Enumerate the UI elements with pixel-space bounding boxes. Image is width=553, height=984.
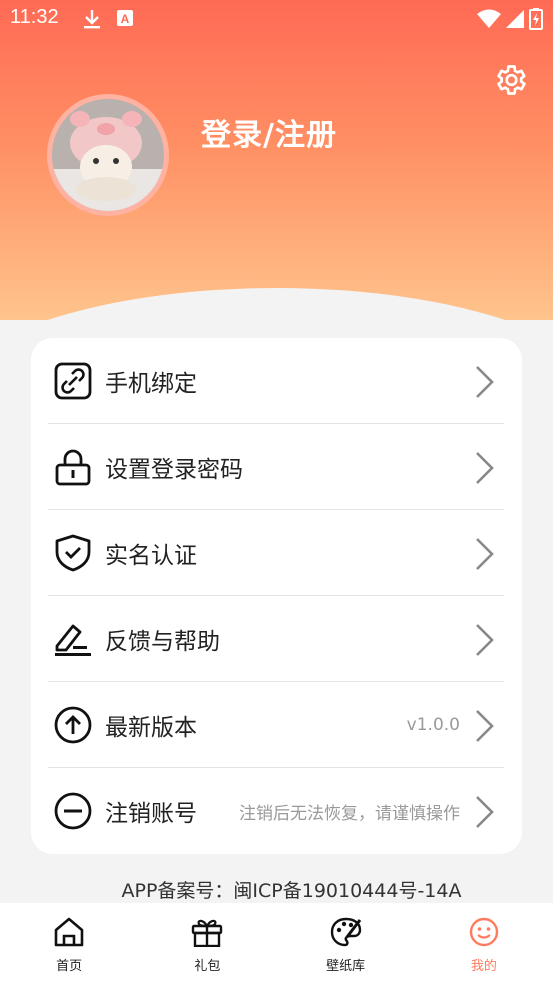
icp-record-text: APP备案号：闽ICP备19010444号-14A <box>121 880 462 902</box>
chevron-right-icon <box>474 450 496 490</box>
chevron-right-icon <box>474 364 496 404</box>
menu-item-label: 反馈与帮助 <box>105 629 220 655</box>
tab-label: 首页 <box>56 959 83 974</box>
app-notification-letter: A <box>121 12 130 26</box>
cell-signal-icon <box>506 10 524 28</box>
lock-icon <box>53 447 93 487</box>
edit-pen-icon <box>53 619 93 659</box>
minus-circle-icon <box>53 791 93 831</box>
menu-item-latest-version[interactable]: 最新版本 v1.0.0 <box>48 682 504 768</box>
menu-item-label: 设置登录密码 <box>105 457 243 483</box>
status-right <box>477 8 543 30</box>
login-register-link[interactable]: 登录/注册 <box>201 110 337 154</box>
menu-item-set-password[interactable]: 设置登录密码 <box>48 424 504 510</box>
menu-item-real-name-auth[interactable]: 实名认证 <box>48 510 504 596</box>
wifi-icon <box>477 9 501 28</box>
menu-item-label: 手机绑定 <box>105 371 197 397</box>
menu-item-feedback-help[interactable]: 反馈与帮助 <box>48 596 504 682</box>
cancel-warning-text: 注销后无法恢复，请谨慎操作 <box>239 803 460 824</box>
settings-gear-icon[interactable] <box>492 62 528 98</box>
tab-label: 壁纸库 <box>326 959 366 974</box>
bottom-tab-bar: 首页 礼包 壁纸库 我的 <box>0 903 553 984</box>
menu-item-label: 实名认证 <box>105 543 197 569</box>
gift-icon <box>191 917 223 951</box>
tab-wallpaper[interactable]: 壁纸库 <box>277 903 415 984</box>
arrow-up-circle-icon <box>53 705 93 745</box>
status-time: 11:32 <box>10 6 59 28</box>
palette-icon <box>330 917 362 951</box>
app-notification-icon: A <box>117 10 133 30</box>
chevron-right-icon <box>474 708 496 748</box>
link-icon <box>53 361 93 401</box>
smile-face-icon <box>469 917 499 951</box>
battery-icon <box>529 8 543 30</box>
menu-item-cancel-account[interactable]: 注销账号 注销后无法恢复，请谨慎操作 <box>48 768 504 854</box>
menu-item-label: 注销账号 <box>105 801 197 827</box>
menu-item-phone-binding[interactable]: 手机绑定 <box>48 338 504 424</box>
chevron-right-icon <box>474 622 496 662</box>
version-value: v1.0.0 <box>406 715 460 735</box>
shield-check-icon <box>53 533 93 573</box>
tab-label: 我的 <box>470 959 497 974</box>
header-curve <box>0 288 553 320</box>
avatar[interactable] <box>47 94 169 216</box>
tab-home[interactable]: 首页 <box>0 903 138 984</box>
chevron-right-icon <box>474 794 496 834</box>
menu-item-label: 最新版本 <box>105 715 197 741</box>
tab-gift[interactable]: 礼包 <box>138 903 276 984</box>
chevron-right-icon <box>474 536 496 576</box>
download-icon <box>82 8 102 34</box>
home-icon <box>53 917 85 951</box>
settings-card: 手机绑定 设置登录密码 实名认证 反馈与帮助 最新版本 v1.0.0 注销账号 … <box>31 338 522 854</box>
status-bar: 11:32 A <box>0 0 553 36</box>
tab-label: 礼包 <box>194 959 221 974</box>
tab-mine[interactable]: 我的 <box>415 903 553 984</box>
